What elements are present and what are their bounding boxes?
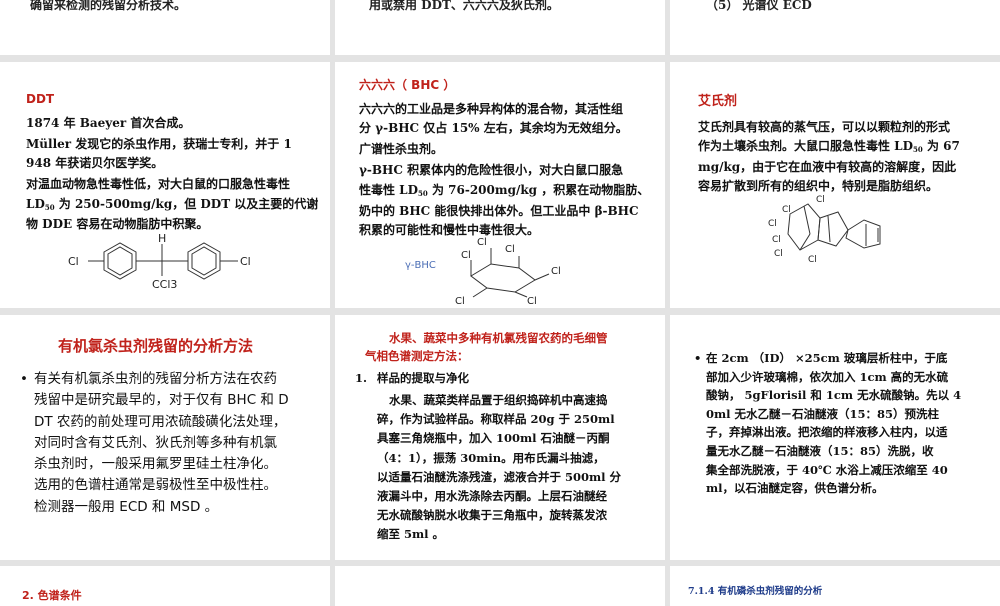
ddt-cl-right-label: Cl [240,255,251,268]
bhc-cl-label: Cl [551,266,561,277]
text-line: 分 γ-BHC 仅占 15% 左右，其余均为无效组分。 [359,121,628,135]
slide-bottom-middle [335,566,665,606]
ddt-cl-left-label: Cl [68,255,79,268]
text-line: 有关有机氯杀虫剂的残留分析方法在农药 [34,371,277,387]
bhc-label: γ-BHC [405,260,436,271]
text-line: 无水硫酸钠脱水收集于三角瓶中，旋转蒸发浓 [377,508,607,523]
slide-analysis-method: 有机氯杀虫剂残留的分析方法 • 有关有机氯杀虫剂的残留分析方法在农药 残留中是研… [0,315,330,560]
bullet-dot: • [694,351,702,365]
text-line: 量无水乙醚－石油醚液（15：85）洗脱，收 [706,443,934,458]
text-line: mg/kg，由于它在血液中有较高的溶解度，因此 [698,160,957,174]
bhc-cl-label: Cl [461,250,471,261]
text-line: Müller 发现它的杀虫作用，获瑞士专利，并于 1 [26,137,292,151]
text-line: 缩至 5ml 。 [377,527,445,542]
step-number: 1. [355,371,368,385]
slide-bhc: 六六六（ BHC ） 六六六的工业品是多种异构体的混合物，其活性组 分 γ-BH… [335,62,665,308]
paragraph: 水果、蔬菜类样品置于组织捣碎机中高速捣 碎，作为试验样品。称取样品 20g 于 … [377,391,621,545]
slide-text-cut: 用或禁用 DDT、六六六及狄氏剂。 [369,0,559,12]
bhc-cl-label: Cl [527,296,537,306]
text-line: 集全部洗脱液，于 40℃ 水浴上减压浓缩至 40 [706,462,948,477]
ddt-ccl3-label: CCl3 [152,278,177,291]
text-line: ml，以石油醚定容，供色谱分析。 [706,481,884,496]
aldrin-structure-diagram: Cl Cl Cl Cl Cl Cl [768,195,881,265]
aldrin-cl-label: Cl [816,195,825,205]
text-line: 对同时含有艾氏剂、狄氏剂等多种有机氯 [34,434,277,451]
text-line: 1874 年 Baeyer 首次合成。 [26,116,191,130]
text-line: 对温血动物急性毒性低，对大白鼠的口服急性毒性 [26,177,291,191]
text-line: 杀虫剂时，一般采用氟罗里硅土柱净化。 [34,456,277,473]
slide-bottom-right: 7.1.4 有机磷杀虫剂残留的分析 [670,566,1000,606]
step-title: 样品的提取与净化 [377,371,469,385]
slide-title: DDT [26,92,55,106]
text-line: 以适量石油醚洗涤残渣，滤液合并于 500ml 分 [377,469,622,484]
slide-title: 六六六（ BHC ） [359,78,456,92]
slide-title-cont: 气相色谱测定方法： [365,349,469,363]
slide-top-middle: 用或禁用 DDT、六六六及狄氏剂。 [335,0,665,55]
slide-title: 7.1.4 有机磷杀虫剂残留的分析 [688,586,823,597]
bullet-dot: • [20,371,28,387]
slide-title: 水果、蔬菜中多种有机氯残留农药的毛细管 [389,331,608,345]
slide-column-cleanup: • 在 2cm （ID） ×25cm 玻璃层析柱中，于底 部加入少许玻璃棉，依次… [670,315,1000,560]
text-line: 奶中的 BHC 能很快排出体外。但工业品中 β-BHC [359,204,639,218]
aldrin-cl-label: Cl [768,219,777,229]
text-line: 948 年获诺贝尔医学奖。 [26,156,164,170]
slide-title: 2. 色谱条件 [22,589,82,602]
text-line: 广谱性杀虫剂。 [359,142,444,156]
aldrin-cl-label: Cl [772,235,781,245]
bhc-structure-diagram: γ-BHC Cl Cl Cl Cl Cl Cl [405,237,561,306]
ddt-h-label: H [158,232,166,245]
text-line: DT 农药的前处理可用浓硫酸磺化法处理， [34,413,287,430]
text-line: 0ml 无水乙醚－石油醚液（15：85）预洗柱 [706,406,940,421]
text-line: 部加入少许玻璃棉，依次加入 1cm 高的无水硫 [706,369,949,384]
text-line: 残留中是研究最早的，对于仅有 BHC 和 D [34,392,289,409]
text-line: γ-BHC 积累体内的危险性很小，对大白鼠口服急 [359,163,624,177]
bhc-cl-label: Cl [505,244,515,255]
slide-text-cut: （5） 光谱仪 ECD [706,0,812,12]
text-line: 液漏斗中，用水洗涤除去丙酮。上层石油醚经 [377,489,607,504]
text-line: 子，弃掉淋出液。把浓缩的样液移入柱内，以适 [706,425,948,440]
ddt-structure-diagram: H Cl Cl CCl3 [68,232,251,291]
bullet-text-block: • 有关有机氯杀虫剂的残留分析方法在农药 残留中是研究最早的，对于仅有 BHC … [20,369,289,518]
aldrin-cl-label: Cl [774,249,783,259]
text-line: 作为土壤杀虫剂。大鼠口服急性毒性 LD50 为 67 [698,139,960,154]
slide-bottom-left: 2. 色谱条件 [0,566,330,606]
text-line: 选用的色谱柱通常是弱极性至中极性柱。 [34,477,277,494]
text-line: 检测器一般用 ECD 和 MSD 。 [34,498,219,515]
slide-top-right: （5） 光谱仪 ECD [670,0,1000,55]
slide-ddt: DDT 1874 年 Baeyer 首次合成。 Müller 发现它的杀虫作用，… [0,62,330,308]
bhc-cl-label: Cl [455,296,465,306]
text-line: 酸钠， 5gFlorisil 和 1cm 无水硫酸钠。先以 4 [706,388,962,403]
text-line: LD50 为 250-500mg/kg，但 DDT 以及主要的代谢 [26,197,319,212]
text-line: 碎，作为试验样品。称取样品 20g 于 250ml [377,412,615,427]
bullet-text-block: • 在 2cm （ID） ×25cm 玻璃层析柱中，于底 部加入少许玻璃棉，依次… [694,349,962,498]
slide-title: 有机氯杀虫剂残留的分析方法 [58,337,254,355]
text-line: 在 2cm （ID） ×25cm 玻璃层析柱中，于底 [706,351,948,365]
aldrin-cl-label: Cl [782,205,791,215]
slide-top-left: 确留来检测的残留分析技术。 [0,0,330,55]
text-line: 具塞三角烧瓶中，加入 100ml 石油醚－丙酮 [377,431,610,446]
slide-vegetable-gc-method: 水果、蔬菜中多种有机氯残留农药的毛细管 气相色谱测定方法： 1. 样品的提取与净… [335,315,665,560]
text-line: 六六六的工业品是多种异构体的混合物，其活性组 [359,102,624,116]
aldrin-cl-label: Cl [808,255,817,265]
text-line: 性毒性 LD50 为 76-200mg/kg ，积累在动物脂肪、 [359,183,650,198]
text-line: 水果、蔬菜类样品置于组织捣碎机中高速捣 [389,393,608,407]
slide-aldrin: 艾氏剂 艾氏剂具有较高的蒸气压，可以以颗粒剂的形式 作为土壤杀虫剂。大鼠口服急性… [670,62,1000,308]
bhc-cl-label: Cl [477,237,487,248]
text-line: （4：1），振荡 30min。用布氏漏斗抽滤， [377,450,605,465]
slide-text-cut: 确留来检测的残留分析技术。 [30,0,187,12]
text-line: 艾氏剂具有较高的蒸气压，可以以颗粒剂的形式 [698,120,951,134]
slide-title: 艾氏剂 [698,94,738,109]
